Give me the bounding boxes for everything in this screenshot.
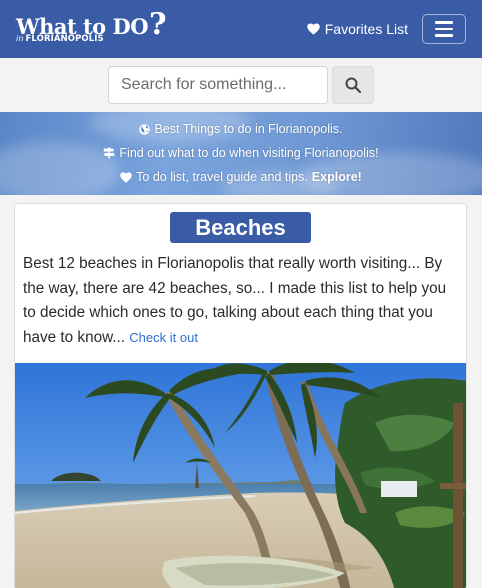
- banner-line-3-text: To do list, travel guide and tips.: [136, 170, 308, 184]
- search-icon: [345, 77, 361, 93]
- beach-photo-image: [15, 363, 466, 588]
- card-title-wrap: Beaches: [15, 204, 466, 243]
- heart-icon: [307, 23, 320, 35]
- search-bar: [0, 58, 482, 112]
- banner-line-2-text: Find out what to do when visiting Floria…: [119, 146, 379, 160]
- card-description-text: Best 12 beaches in Florianopolis that re…: [23, 255, 447, 346]
- favorites-list-link[interactable]: Favorites List: [307, 21, 408, 37]
- search-input[interactable]: [108, 66, 328, 104]
- card-title-button[interactable]: Beaches: [170, 212, 311, 243]
- banner-line-2: Find out what to do when visiting Floria…: [0, 141, 482, 165]
- logo-in-text: in: [16, 34, 24, 44]
- card-description: Best 12 beaches in Florianopolis that re…: [15, 243, 466, 350]
- banner-line-1: Best Things to do in Florianopolis.: [0, 117, 482, 141]
- nav-right: Favorites List: [307, 14, 466, 44]
- menu-toggle-button[interactable]: [422, 14, 466, 44]
- banner-line-1-text: Best Things to do in Florianopolis.: [154, 122, 343, 136]
- signpost-icon: [104, 147, 115, 159]
- hamburger-menu-icon-bar: [435, 21, 453, 24]
- search-button[interactable]: [332, 66, 374, 104]
- hamburger-menu-icon-bar: [435, 34, 453, 37]
- logo-city-text: FLORIANOPOLIS: [25, 34, 104, 45]
- globe-icon: [139, 123, 151, 135]
- hero-banner: Best Things to do in Florianopolis. Find…: [0, 112, 482, 195]
- logo-subtitle: in FLORIANOPOLIS: [16, 35, 166, 44]
- explore-link[interactable]: Explore!: [312, 170, 362, 184]
- banner-line-3: To do list, travel guide and tips. Explo…: [0, 165, 482, 189]
- beach-photo[interactable]: [15, 363, 466, 588]
- beaches-card: Beaches Best 12 beaches in Florianopolis…: [14, 203, 467, 588]
- site-logo[interactable]: What to DO? in FLORIANOPOLIS: [16, 7, 167, 44]
- check-it-out-link[interactable]: Check it out: [129, 330, 198, 345]
- hamburger-menu-icon-bar: [435, 27, 453, 31]
- logo-question-mark: ?: [149, 7, 167, 43]
- navbar: What to DO? in FLORIANOPOLIS Favorites Li…: [0, 0, 482, 58]
- heart-icon: [120, 171, 132, 183]
- favorites-list-label: Favorites List: [324, 21, 408, 37]
